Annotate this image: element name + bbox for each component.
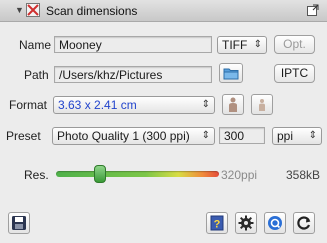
- preset-popup[interactable]: Photo Quality 1 (300 ppi) ⇕: [52, 127, 215, 145]
- svg-text:?: ?: [214, 219, 221, 231]
- refresh-button[interactable]: [293, 212, 315, 234]
- iptc-button[interactable]: IPTC: [274, 64, 315, 83]
- choose-folder-button[interactable]: [219, 63, 243, 83]
- preset-value: Photo Quality 1 (300 ppi): [57, 129, 190, 143]
- file-size-text: 358kB: [286, 168, 321, 182]
- resolution-slider-track[interactable]: [56, 171, 219, 177]
- resolution-slider-knob[interactable]: [94, 165, 106, 183]
- portrait-person-icon: [229, 97, 237, 112]
- folder-icon: [223, 68, 239, 80]
- resolution-unit-value: ppi: [277, 129, 294, 143]
- portrait-orientation-button[interactable]: [222, 94, 244, 115]
- gear-icon: [238, 215, 254, 231]
- popup-arrows-icon: ⇕: [253, 39, 262, 50]
- scan-button[interactable]: [264, 212, 286, 234]
- popup-arrows-icon: ⇕: [201, 130, 210, 141]
- name-field[interactable]: Mooney: [54, 36, 212, 53]
- popup-arrows-icon: ⇕: [308, 130, 317, 141]
- resolution-field[interactable]: 300: [219, 127, 265, 144]
- landscape-orientation-button[interactable]: [251, 94, 273, 115]
- refresh-icon: [297, 216, 311, 230]
- settings-button[interactable]: [235, 212, 257, 234]
- panel-title: Scan dimensions: [46, 4, 138, 18]
- res-label: Res.: [24, 168, 49, 182]
- scan-dimensions-panel: ▼ Scan dimensions Name Mooney TIFF ⇕ Opt…: [0, 0, 327, 243]
- name-label: Name: [19, 38, 52, 52]
- floppy-disk-icon: [12, 216, 26, 230]
- path-field[interactable]: /Users/khz/Pictures: [54, 66, 212, 83]
- help-button[interactable]: ?: [206, 212, 228, 234]
- format-size-popup[interactable]: 3.63 x 2.41 cm ⇕: [53, 96, 215, 114]
- format-label: Format: [9, 98, 48, 112]
- panel-header[interactable]: ▼ Scan dimensions: [0, 0, 327, 22]
- resolution-unit-popup[interactable]: ppi ⇕: [272, 127, 322, 145]
- res-value-text: 320ppi: [221, 168, 258, 182]
- scan-circle-icon: [268, 216, 282, 230]
- preset-label: Preset: [6, 129, 41, 143]
- landscape-person-icon: [259, 99, 265, 111]
- detach-panel-icon[interactable]: [307, 4, 319, 19]
- collapse-triangle-icon[interactable]: ▼: [15, 5, 24, 15]
- file-format-popup[interactable]: TIFF ⇕: [217, 36, 267, 54]
- popup-arrows-icon: ⇕: [201, 99, 210, 110]
- file-format-value: TIFF: [222, 38, 248, 52]
- help-book-icon: ?: [210, 215, 224, 231]
- scan-dimensions-icon: [26, 3, 40, 20]
- format-size-value: 3.63 x 2.41 cm: [58, 98, 137, 112]
- options-button[interactable]: Opt.: [274, 35, 315, 54]
- path-label: Path: [24, 68, 49, 82]
- save-settings-button[interactable]: [8, 212, 30, 234]
